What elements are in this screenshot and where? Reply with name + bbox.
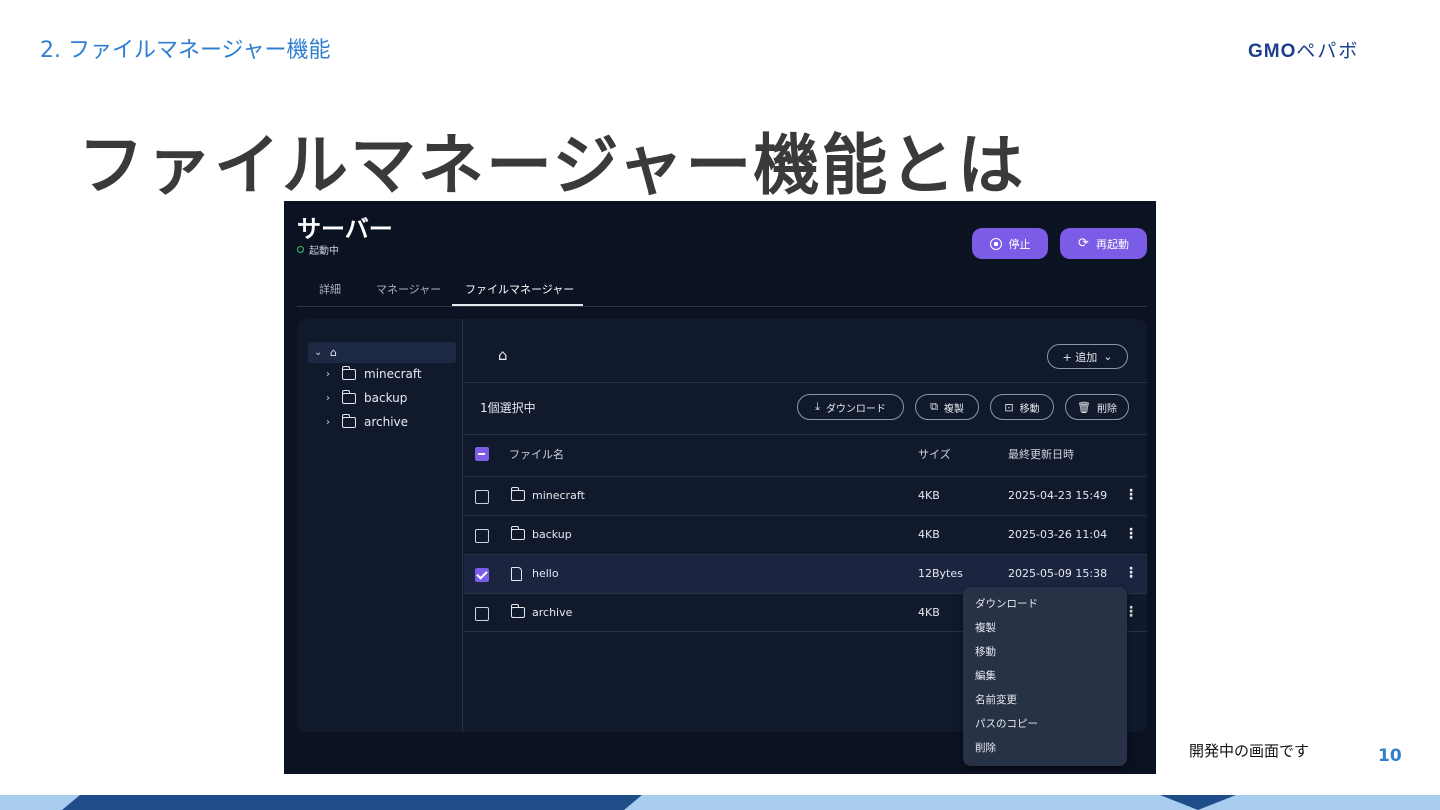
trash-icon: 🗑: [1077, 400, 1091, 414]
folder-icon: [510, 487, 525, 501]
menu-item-copy-path[interactable]: パスのコピー: [975, 716, 1038, 731]
stop-button[interactable]: 停止: [972, 228, 1048, 259]
menu-item-rename[interactable]: 名前変更: [975, 692, 1017, 707]
row-date: 2025-04-23 15:49: [1008, 489, 1108, 502]
footer-decoration: [62, 795, 642, 810]
context-menu: ダウンロード 複製 移動 編集 名前変更 パスのコピー 削除: [963, 587, 1127, 766]
row-name: backup: [532, 528, 572, 541]
row-checkbox[interactable]: [475, 490, 489, 504]
page-number: 10: [1378, 746, 1402, 766]
row-date: 2025-03-26 11:04: [1008, 528, 1108, 541]
server-title: サーバー: [297, 215, 393, 243]
stop-label: 停止: [1008, 237, 1031, 251]
copy-button[interactable]: ⧉ 複製: [915, 394, 979, 420]
selection-count: 1個選択中: [480, 401, 536, 415]
copy-icon: ⧉: [930, 400, 938, 413]
row-name: minecraft: [532, 489, 585, 502]
menu-item-move[interactable]: 移動: [975, 644, 996, 659]
home-icon: ⌂: [330, 346, 337, 359]
row-name: hello: [532, 567, 559, 580]
tree-item-archive[interactable]: › archive: [326, 413, 409, 429]
chevron-right-icon[interactable]: ›: [326, 417, 334, 428]
folder-icon: [510, 604, 525, 618]
folder-icon: [341, 389, 356, 404]
select-all-checkbox[interactable]: [475, 447, 489, 461]
section-title: 2. ファイルマネージャー機能: [40, 38, 331, 63]
delete-button[interactable]: 🗑 削除: [1065, 394, 1129, 420]
move-label: 移動: [1019, 403, 1040, 415]
download-icon: ⤓: [815, 400, 820, 413]
row-size: 4KB: [918, 489, 940, 502]
server-status: 起動中: [297, 242, 339, 257]
file-manager-screenshot: サーバー 起動中 停止 ⟳ 再起動 詳細 マネージャー ファイルマネージャー ⌄…: [284, 201, 1156, 774]
chevron-down-icon: ⌄: [314, 347, 323, 358]
restart-icon: ⟳: [1078, 236, 1089, 251]
row-size: 4KB: [918, 528, 940, 541]
table-row[interactable]: minecraft 4KB 2025-04-23 15:49 ⋮: [464, 476, 1147, 515]
more-vertical-icon[interactable]: ⋮: [1124, 487, 1138, 503]
tab-bar: 詳細 マネージャー ファイルマネージャー: [297, 275, 1147, 307]
row-name: archive: [532, 606, 573, 619]
copy-label: 複製: [943, 403, 964, 415]
move-button[interactable]: ⊡ 移動: [990, 394, 1054, 420]
restart-button[interactable]: ⟳ 再起動: [1060, 228, 1147, 259]
slide-caption: 開発中の画面です: [1189, 742, 1310, 760]
more-vertical-icon[interactable]: ⋮: [1124, 526, 1138, 542]
slide-title: ファイルマネージャー機能とは: [78, 127, 1026, 204]
folder-icon: [341, 365, 356, 380]
menu-item-delete[interactable]: 削除: [975, 740, 996, 755]
add-button[interactable]: + 追加 ⌄: [1047, 344, 1128, 369]
tree-root-home[interactable]: ⌄ ⌂: [308, 342, 456, 363]
folder-icon: [510, 526, 525, 540]
add-label: + 追加: [1062, 350, 1098, 364]
chevron-right-icon[interactable]: ›: [326, 369, 334, 380]
menu-item-download[interactable]: ダウンロード: [975, 596, 1038, 611]
tree-item-label: backup: [364, 391, 408, 405]
chevron-right-icon[interactable]: ›: [326, 393, 334, 404]
folder-icon: [341, 413, 356, 428]
download-button[interactable]: ⤓ ダウンロード: [797, 394, 904, 420]
tab-file-manager[interactable]: ファイルマネージャー: [465, 281, 574, 297]
download-label: ダウンロード: [825, 403, 886, 415]
column-header-size[interactable]: サイズ: [918, 446, 951, 462]
column-header-date[interactable]: 最終更新日時: [1008, 446, 1074, 462]
company-logo: GMOペパボ: [1248, 36, 1359, 63]
file-icon: [511, 567, 522, 581]
column-header-name[interactable]: ファイル名: [509, 446, 564, 462]
breadcrumb-home-icon[interactable]: ⌂: [498, 346, 508, 364]
active-tab-indicator: [452, 304, 583, 306]
logo-kana: ペパボ: [1296, 41, 1360, 62]
row-checkbox[interactable]: [475, 529, 489, 543]
chevron-down-icon: ⌄: [1103, 350, 1113, 363]
table-row[interactable]: backup 4KB 2025-03-26 11:04 ⋮: [464, 515, 1147, 554]
tree-item-minecraft[interactable]: › minecraft: [326, 365, 422, 381]
more-vertical-icon[interactable]: ⋮: [1124, 565, 1138, 581]
move-icon: ⊡: [1004, 400, 1014, 414]
tree-item-backup[interactable]: › backup: [326, 389, 408, 405]
folder-tree: ⌄ ⌂ › minecraft › backup › archive: [297, 319, 463, 732]
status-dot-icon: [297, 246, 304, 253]
menu-item-copy[interactable]: 複製: [975, 620, 996, 635]
tree-item-label: minecraft: [364, 367, 422, 381]
logo-text: GMO: [1248, 41, 1297, 62]
row-size: 4KB: [918, 606, 940, 619]
divider: [464, 434, 1147, 435]
stop-icon: [989, 237, 1002, 250]
tree-item-label: archive: [364, 415, 409, 429]
menu-item-edit[interactable]: 編集: [975, 668, 996, 683]
row-checkbox[interactable]: [475, 607, 489, 621]
delete-label: 削除: [1096, 403, 1117, 415]
row-date: 2025-05-09 15:38: [1008, 567, 1108, 580]
row-checkbox[interactable]: [475, 568, 489, 582]
tab-manager[interactable]: マネージャー: [376, 281, 441, 297]
row-size: 12Bytes: [918, 567, 963, 580]
divider: [464, 382, 1147, 383]
status-text: 起動中: [309, 246, 339, 257]
restart-label: 再起動: [1095, 237, 1129, 251]
tab-details[interactable]: 詳細: [319, 281, 341, 297]
